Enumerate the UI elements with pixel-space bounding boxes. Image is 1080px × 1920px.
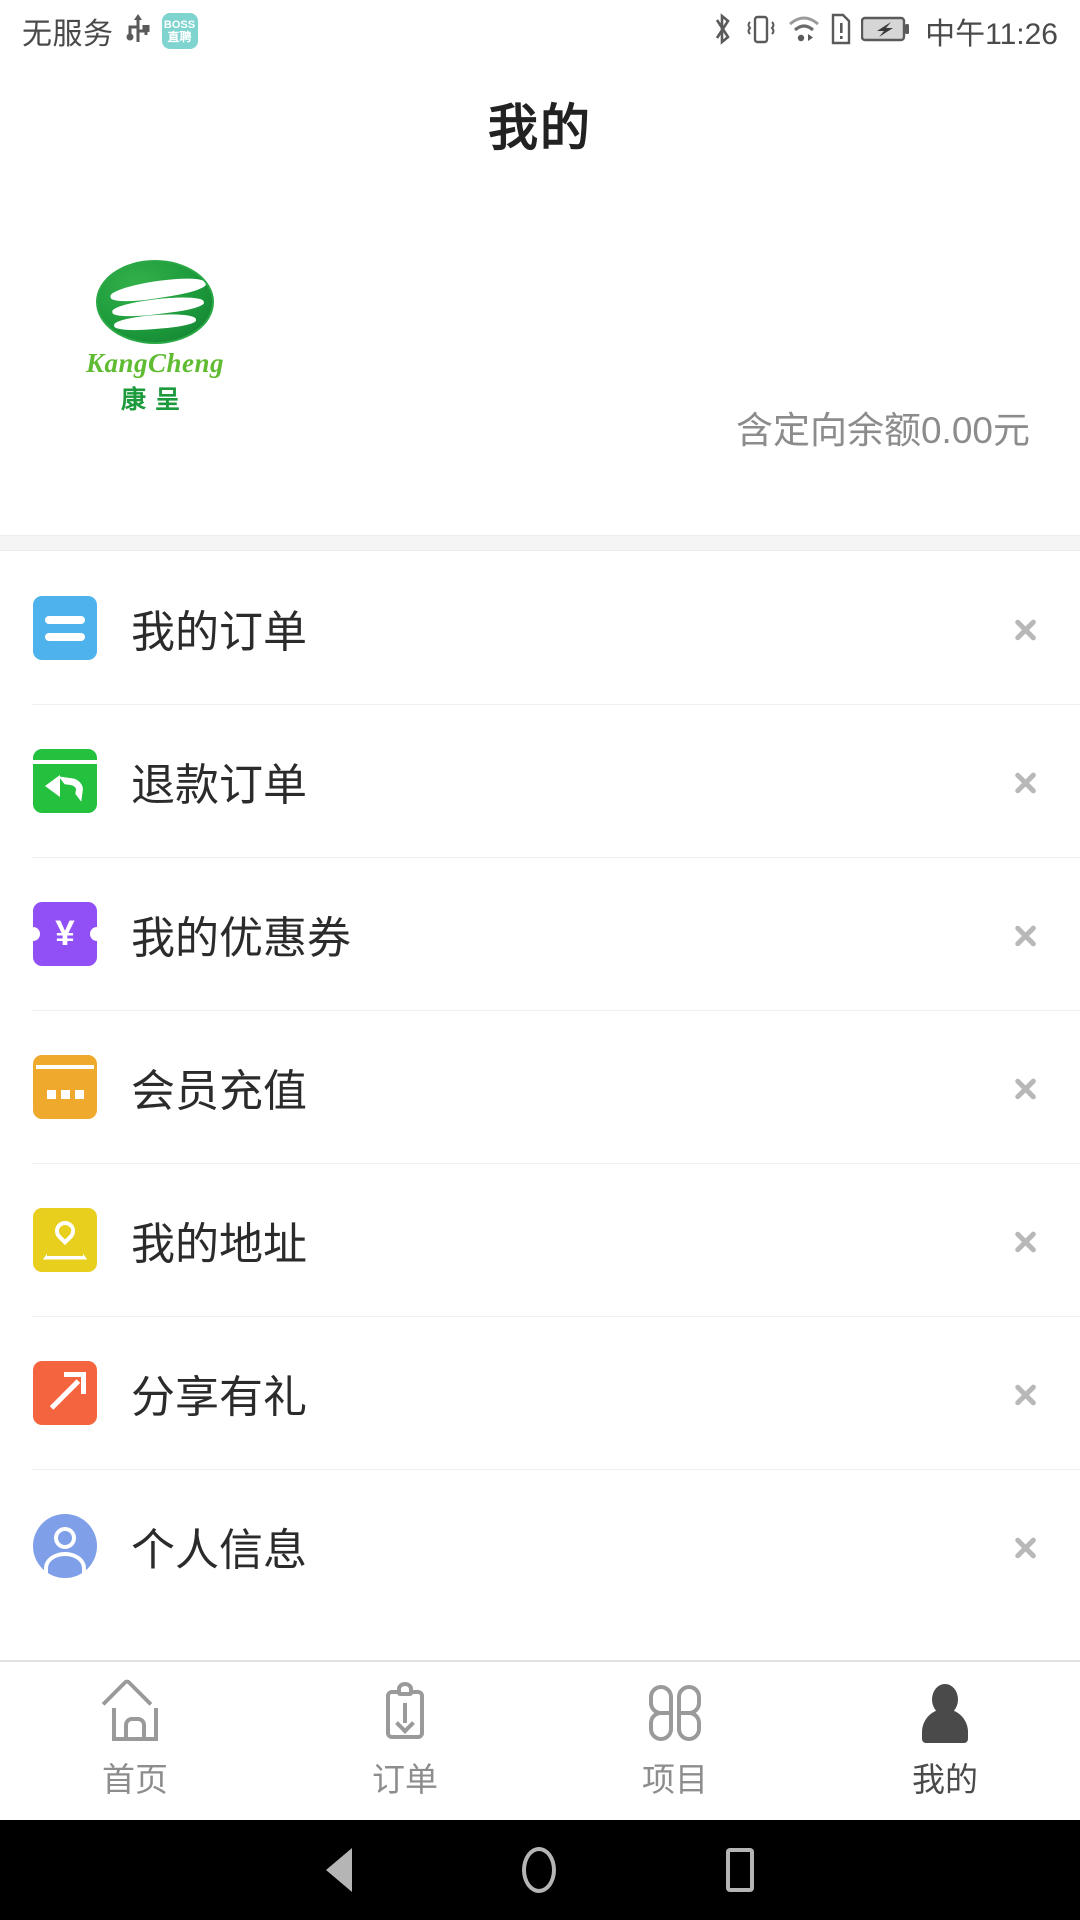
- address-icon: [32, 1207, 98, 1273]
- vibrate-icon: [744, 11, 778, 52]
- logo-mark-icon: [96, 260, 214, 344]
- chevron-right-icon: [1012, 1064, 1038, 1110]
- clipboard-icon: [373, 1681, 437, 1743]
- chevron-right-icon: [1012, 758, 1038, 804]
- tab-mine[interactable]: 我的: [810, 1662, 1080, 1820]
- coupon-yen-symbol: ¥: [55, 914, 75, 953]
- tab-label: 项目: [642, 1761, 708, 1798]
- profile-section: KangCheng 康呈 含定向余额0.00元: [0, 255, 1080, 540]
- menu-item-refund-orders[interactable]: 退款订单: [0, 704, 1080, 857]
- tab-label: 首页: [102, 1761, 168, 1798]
- home-icon: [101, 1677, 167, 1743]
- menu-item-personal-info[interactable]: 个人信息: [0, 1469, 1080, 1622]
- section-divider: [0, 535, 1080, 551]
- logo-english-text: KangCheng: [85, 348, 225, 378]
- tab-label: 我的: [912, 1761, 978, 1798]
- home-circle-icon[interactable]: [522, 1847, 556, 1893]
- tab-label: 订单: [372, 1761, 438, 1798]
- status-bar: 无服务 BOSS 直聘 中午11:26: [0, 0, 1080, 62]
- brand-logo: KangCheng 康呈: [60, 260, 250, 416]
- menu-item-member-recharge[interactable]: 会员充值: [0, 1010, 1080, 1163]
- menu-item-label: 会员充值: [131, 1066, 307, 1116]
- grid-icon: [643, 1681, 707, 1743]
- menu-item-label: 分享有礼: [131, 1372, 307, 1422]
- tab-home[interactable]: 首页: [0, 1662, 270, 1820]
- chevron-right-icon: [1012, 1370, 1038, 1416]
- person-icon: [32, 1513, 98, 1584]
- recharge-icon: [32, 1054, 98, 1120]
- phone-screen: 无服务 BOSS 直聘 中午11:26 我的 KangCheng 康呈 含定向余…: [0, 0, 1080, 1920]
- usb-icon: [125, 13, 151, 50]
- menu-item-my-orders[interactable]: 我的订单: [0, 551, 1080, 704]
- refund-icon: [32, 748, 98, 814]
- chevron-right-icon: [1012, 1217, 1038, 1263]
- carrier-label: 无服务: [22, 18, 114, 51]
- chevron-right-icon: [1012, 1523, 1038, 1569]
- menu-item-label: 我的优惠券: [131, 913, 351, 963]
- back-triangle-icon[interactable]: [326, 1848, 352, 1892]
- chevron-right-icon: [1012, 911, 1038, 957]
- status-bar-left: 无服务 BOSS 直聘: [22, 9, 198, 53]
- recents-square-icon[interactable]: [726, 1848, 754, 1892]
- sim-alert-icon: [830, 12, 852, 51]
- clock-label: 中午11:26: [925, 18, 1058, 51]
- menu-item-my-coupons[interactable]: ¥ 我的优惠券: [0, 857, 1080, 1010]
- battery-charging-icon: [860, 14, 911, 49]
- bottom-tab-bar: 首页 订单 项目 我的: [0, 1660, 1080, 1820]
- menu-item-label: 个人信息: [131, 1525, 307, 1575]
- status-bar-right: 中午11:26: [709, 9, 1058, 53]
- chevron-right-icon: [1012, 605, 1038, 651]
- menu-list: 我的订单 退款订单 ¥ 我的优惠券 会员充值 我的地址 分享有礼 个人信息: [0, 551, 1080, 1622]
- boss-badge-line1: BOSS: [163, 18, 196, 31]
- wifi-icon: [787, 13, 821, 50]
- tab-projects[interactable]: 项目: [540, 1662, 810, 1820]
- menu-item-label: 我的订单: [131, 607, 307, 657]
- boss-badge-line2: 直聘: [167, 29, 192, 44]
- boss-app-badge-icon: BOSS 直聘: [161, 13, 198, 49]
- person-icon: [913, 1681, 977, 1743]
- page-title: 我的: [488, 100, 592, 156]
- coupon-icon: ¥: [26, 901, 104, 967]
- bluetooth-icon: [709, 11, 735, 52]
- menu-item-share-gift[interactable]: 分享有礼: [0, 1316, 1080, 1469]
- menu-item-my-address[interactable]: 我的地址: [0, 1163, 1080, 1316]
- share-icon: [32, 1360, 98, 1426]
- logo-chinese-text: 康呈: [120, 386, 189, 414]
- android-navigation-bar: [0, 1820, 1080, 1920]
- orders-icon: [32, 595, 98, 661]
- menu-item-label: 退款订单: [131, 760, 307, 810]
- tab-orders[interactable]: 订单: [270, 1662, 540, 1820]
- menu-item-label: 我的地址: [131, 1219, 307, 1269]
- balance-label: 含定向余额0.00元: [735, 410, 1030, 451]
